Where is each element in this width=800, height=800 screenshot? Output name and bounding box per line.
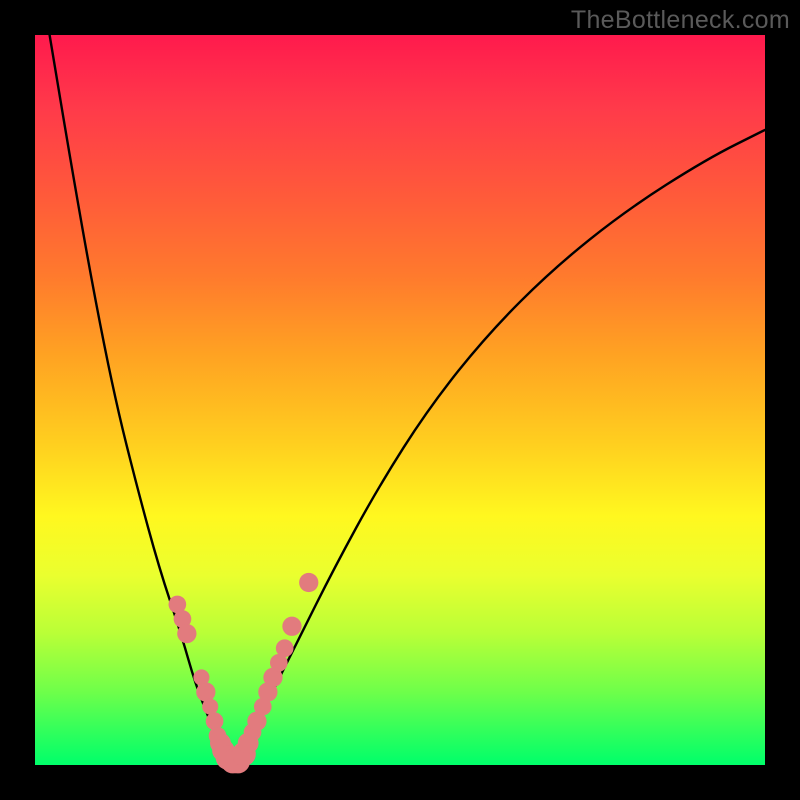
data-marker [196,682,215,701]
watermark-text: TheBottleneck.com [571,6,790,35]
data-marker [177,624,196,643]
frame: TheBottleneck.com [0,0,800,800]
curve-svg [35,35,765,765]
data-marker [276,639,294,657]
curve-left-branch [50,35,233,765]
data-marker [206,712,224,730]
data-marker [282,617,301,636]
plot-area [35,35,765,765]
data-marker [299,573,318,592]
curve-right-branch [232,130,765,765]
marker-group [169,573,319,774]
data-marker [202,699,218,715]
